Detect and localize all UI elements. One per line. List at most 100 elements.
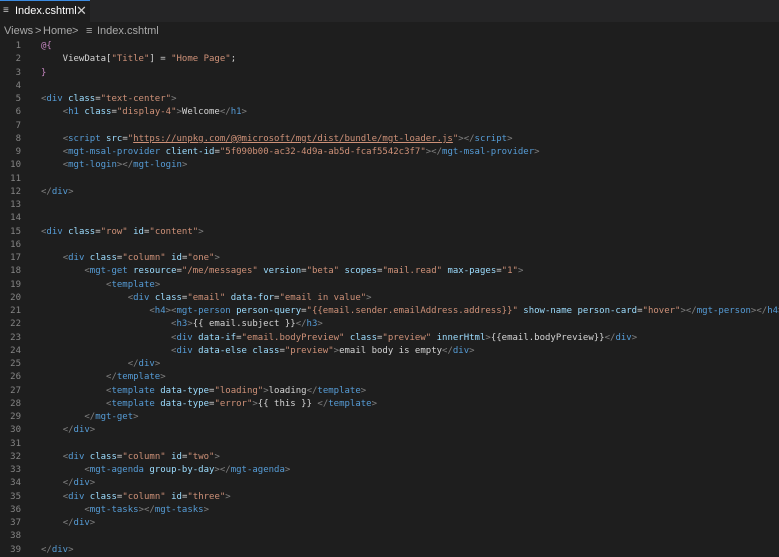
- code-line[interactable]: 28 <template data-type="error">{{ this }…: [0, 398, 779, 411]
- code-line[interactable]: 24 <div data-else class="preview">email …: [0, 345, 779, 358]
- line-number: 17: [10, 253, 21, 263]
- code-line[interactable]: 11: [0, 173, 779, 186]
- code-line[interactable]: 30 </div>: [0, 424, 779, 437]
- code-line[interactable]: 6 <h1 class="display-4">Welcome</h1>: [0, 106, 779, 119]
- code-token-attr: class: [154, 292, 182, 303]
- code-line[interactable]: 23 <div data-if="email.bodyPreview" clas…: [0, 332, 779, 345]
- code-token-tag: div: [51, 544, 69, 555]
- code-line[interactable]: 20 <div class="email" data-for="email in…: [0, 292, 779, 305]
- code-token-str: "beta": [306, 266, 340, 277]
- code-token-attr: class: [89, 253, 117, 263]
- code-line[interactable]: 3}: [0, 67, 779, 80]
- code-token-punc: >: [89, 518, 96, 528]
- code-token-tag: div: [138, 359, 155, 369]
- code-line[interactable]: 5 <div class="text-center">: [0, 93, 779, 106]
- code-token-tag: mgt-person: [176, 306, 231, 316]
- breadcrumb-item-views[interactable]: Views: [4, 25, 33, 37]
- code-token-punc: >: [68, 186, 74, 197]
- code-token-punc: >: [154, 279, 161, 290]
- code-token-tag: mgt-login: [133, 160, 182, 171]
- code-line[interactable]: 15 <div class="row" id="content">: [0, 226, 779, 239]
- code-text: </div>: [41, 358, 161, 371]
- code-token-punc: ></: [750, 306, 768, 316]
- code-line[interactable]: 27 <template data-type="loading">loading…: [0, 385, 779, 398]
- code-line[interactable]: 25 </div>: [0, 358, 779, 371]
- code-line[interactable]: 21 <h4><mgt-person person-query="{{email…: [0, 305, 779, 318]
- code-line[interactable]: 34 </div>: [0, 477, 779, 490]
- code-token-attr: data-for: [230, 292, 275, 303]
- code-token-attr: class: [89, 451, 117, 462]
- code-text: </div>: [41, 424, 96, 437]
- code-line[interactable]: 38: [0, 530, 779, 543]
- code-line[interactable]: 32 <div class="column" id="two">: [0, 451, 779, 464]
- code-token-tag: div: [176, 345, 193, 356]
- code-line[interactable]: 31: [0, 438, 779, 451]
- line-number: 12: [10, 186, 21, 197]
- breadcrumb-item-home[interactable]: Home: [43, 25, 72, 37]
- code-line[interactable]: 18 <mgt-get resource="/me/messages" vers…: [0, 265, 779, 278]
- code-line[interactable]: 1 @{: [0, 40, 779, 53]
- code-token-str: "column": [122, 451, 166, 462]
- code-token-tag: div: [46, 226, 63, 237]
- code-token-attr: client-id: [165, 147, 215, 157]
- code-token-str: "content": [149, 226, 199, 237]
- code-token-tag: template: [317, 385, 361, 396]
- code-token-str: "email.bodyPreview": [241, 332, 345, 343]
- line-number: 16: [10, 239, 21, 250]
- code-token-tag: div: [51, 186, 69, 197]
- code-line[interactable]: 13: [0, 199, 779, 212]
- code-token-str: "email": [187, 292, 226, 303]
- line-number: 30: [10, 425, 21, 436]
- code-line[interactable]: 37 </div>: [0, 517, 779, 530]
- code-line[interactable]: 39 </div>: [0, 544, 779, 557]
- close-icon[interactable]: ✕: [76, 3, 87, 19]
- code-token-tag: h3: [176, 319, 188, 330]
- line-number: 39: [10, 544, 21, 555]
- code-token-str: "column": [122, 491, 166, 502]
- code-line[interactable]: 14: [0, 212, 779, 225]
- code-line[interactable]: 9 <mgt-msal-provider client-id="5f090b00…: [0, 146, 779, 159]
- code-text: @{: [41, 40, 52, 53]
- code-line[interactable]: 19 <template>: [0, 279, 779, 292]
- code-line[interactable]: 17 <div class="column" id="one">: [0, 252, 779, 265]
- code-line[interactable]: 4: [0, 80, 779, 93]
- code-text: <div class="row" id="content">: [41, 226, 204, 239]
- tab-index-cshtml[interactable]: ≡ Index.cshtml ✕: [0, 0, 90, 22]
- line-number: 5: [15, 94, 21, 104]
- code-text: <mgt-login></mgt-login>: [41, 159, 188, 172]
- code-token-tag: h4: [154, 306, 166, 316]
- line-number: 4: [15, 80, 21, 91]
- code-token-link[interactable]: https://unpkg.com/@@microsoft/mgt/dist/b…: [133, 134, 453, 144]
- code-line[interactable]: 35 <div class="column" id="three">: [0, 491, 779, 504]
- code-token-tag: mgt-msal-provider: [68, 147, 161, 157]
- code-line[interactable]: 12 </div>: [0, 186, 779, 199]
- code-line[interactable]: 2 ViewData["Title"] = "Home Page";: [0, 53, 779, 66]
- code-line[interactable]: 8 <script src="https://unpkg.com/@@micro…: [0, 133, 779, 146]
- code-text: <h3>{{ email.subject }}</h3>: [41, 318, 323, 331]
- code-editor[interactable]: 1 @{2 ViewData["Title"] = "Home Page"; 3} 4…: [0, 40, 779, 557]
- code-token-tag: div: [68, 451, 85, 462]
- chevron-right-icon: >: [35, 25, 42, 37]
- code-line[interactable]: 7: [0, 120, 779, 133]
- code-token-tag: div: [68, 491, 85, 502]
- line-number: 37: [10, 518, 21, 528]
- line-number: 9: [15, 147, 21, 157]
- code-token-tag: h4: [767, 306, 779, 316]
- code-line[interactable]: 26 </template>: [0, 371, 779, 384]
- code-line[interactable]: 10 <mgt-login></mgt-login>: [0, 159, 779, 172]
- code-token-str: "two": [187, 451, 215, 462]
- code-token-text: loading: [268, 385, 307, 396]
- code-line[interactable]: 16: [0, 239, 779, 252]
- breadcrumb-item-file[interactable]: Index.cshtml: [97, 25, 159, 37]
- code-line[interactable]: 33 <mgt-agenda group-by-day></mgt-agenda…: [0, 464, 779, 477]
- code-token-punc: >: [133, 412, 139, 422]
- code-text: <div class="column" id="one">: [41, 252, 220, 265]
- code-line[interactable]: 29 </mgt-get>: [0, 411, 779, 424]
- code-token-punc: </: [106, 372, 117, 383]
- code-line[interactable]: 22 <h3>{{ email.subject }}</h3>: [0, 318, 779, 331]
- code-line[interactable]: 36 <mgt-tasks></mgt-tasks>: [0, 504, 779, 517]
- line-number: 1: [15, 41, 21, 51]
